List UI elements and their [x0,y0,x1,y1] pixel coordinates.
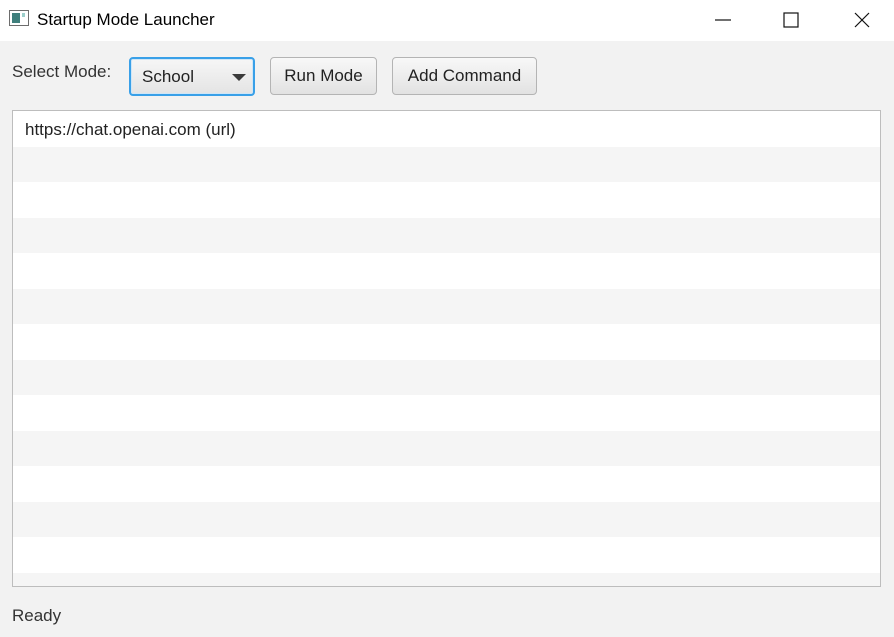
empty-list-row [13,146,880,182]
maximize-button[interactable] [768,0,814,41]
title-bar: Startup Mode Launcher [0,0,894,41]
empty-list-row [13,217,880,253]
chevron-down-icon [232,74,246,81]
empty-list-row [13,466,880,502]
run-mode-button[interactable]: Run Mode [270,57,377,95]
minimize-icon [715,19,731,21]
empty-list-row [13,182,880,218]
app-window: Startup Mode Launcher Select Mode: Schoo… [0,0,894,637]
close-button[interactable] [839,0,885,41]
empty-list-row [13,288,880,324]
window-title: Startup Mode Launcher [37,10,215,29]
empty-list-row [13,324,880,360]
empty-list-row [13,395,880,431]
status-text: Ready [12,606,62,625]
empty-list-row [13,572,880,586]
select-mode-label: Select Mode: [12,62,112,81]
add-command-button[interactable]: Add Command [392,57,537,95]
empty-list-row [13,501,880,537]
close-icon [854,12,870,28]
list-item[interactable]: https://chat.openai.com (url) [13,111,880,147]
empty-list-row [13,359,880,395]
empty-list-row [13,537,880,573]
mode-dropdown-value: School [142,67,194,86]
app-icon [9,10,29,26]
maximize-icon [783,12,799,28]
mode-dropdown[interactable]: School [129,57,255,96]
minimize-button[interactable] [700,0,746,41]
command-list[interactable]: https://chat.openai.com (url) [12,110,881,587]
empty-list-row [13,253,880,289]
empty-list-row [13,430,880,466]
